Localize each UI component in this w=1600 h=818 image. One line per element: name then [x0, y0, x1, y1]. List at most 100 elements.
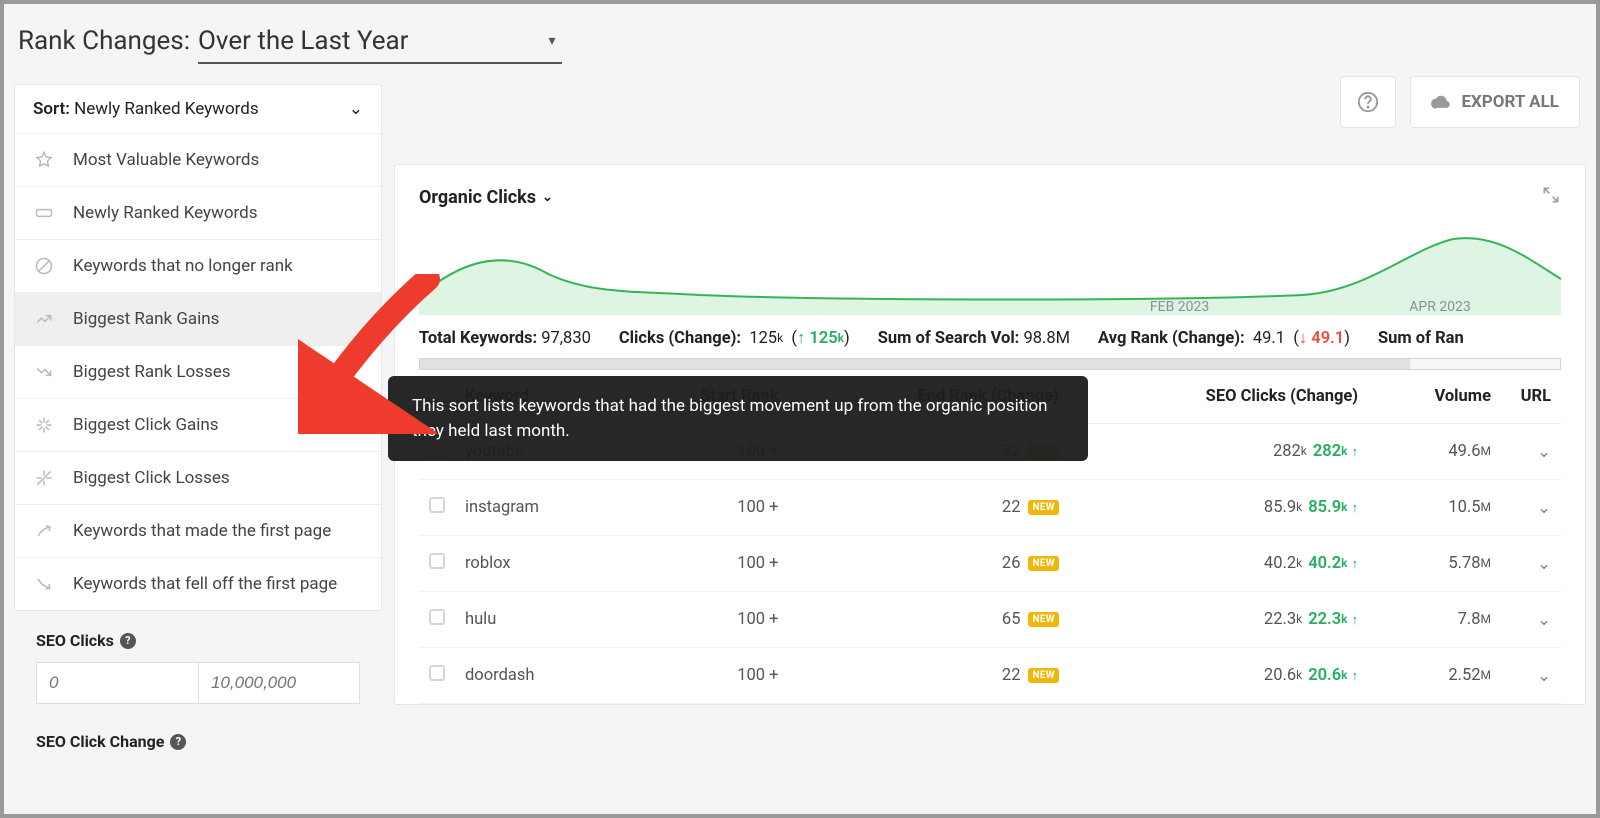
sort-option-label: Biggest Rank Losses — [73, 362, 231, 382]
seo-click-change-filter-label: SEO Click Change ? — [36, 732, 360, 751]
sort-selected: Newly Ranked Keywords — [74, 99, 259, 119]
clicks-change-label: Clicks (Change): — [619, 329, 741, 348]
spark-up-icon — [33, 414, 55, 436]
cell-end-rank: 22NEW — [789, 480, 1069, 536]
chevron-down-icon[interactable]: ⌄ — [1537, 499, 1551, 518]
export-label: EXPORT ALL — [1461, 92, 1559, 112]
export-all-button[interactable]: EXPORT ALL — [1410, 76, 1580, 128]
chevron-down-icon: ▾ — [548, 33, 555, 49]
sort-option-label: Biggest Click Gains — [73, 415, 219, 435]
sum-rank-label: Sum of Ran — [1378, 329, 1464, 348]
cell-seo-clicks: 22.3k22.3k ↑ — [1069, 592, 1368, 648]
seo-clicks-max[interactable] — [198, 662, 360, 704]
seo-clicks-min[interactable] — [36, 662, 198, 704]
table-row[interactable]: roblox100 +26NEW40.2k40.2k ↑5.78M ⌄ — [419, 536, 1561, 592]
sort-option-label: Keywords that made the first page — [73, 521, 331, 541]
cell-volume: 10.5M — [1368, 480, 1501, 536]
cell-end-rank: 65NEW — [789, 592, 1069, 648]
table-row[interactable]: hulu100 +65NEW22.3k22.3k ↑7.8M ⌄ — [419, 592, 1561, 648]
help-button[interactable] — [1340, 76, 1396, 128]
star-icon — [33, 149, 55, 171]
sort-option-biggest-click-losses[interactable]: Biggest Click Losses — [15, 451, 381, 504]
col-url[interactable]: URL — [1501, 370, 1561, 424]
cell-seo-clicks: 20.6k20.6k ↑ — [1069, 648, 1368, 704]
row-checkbox[interactable] — [429, 497, 445, 513]
sort-option-label: Newly Ranked Keywords — [73, 203, 258, 223]
new-badge: NEW — [1028, 556, 1058, 571]
cell-keyword: instagram — [455, 480, 618, 536]
row-checkbox[interactable] — [429, 609, 445, 625]
horizontal-scrollbar[interactable] — [419, 358, 1561, 370]
expand-icon[interactable] — [1541, 185, 1561, 209]
sort-option-fell-off-first-page[interactable]: Keywords that fell off the first page — [15, 557, 381, 610]
col-volume[interactable]: Volume — [1368, 370, 1501, 424]
chevron-down-icon[interactable]: ⌄ — [1537, 555, 1551, 574]
page-title-prefix: Rank Changes: — [18, 26, 190, 56]
arrow-down-right-icon — [33, 573, 55, 595]
chevron-down-icon[interactable]: ⌄ — [1537, 443, 1551, 462]
cell-keyword: doordash — [455, 648, 618, 704]
spark-down-icon — [33, 467, 55, 489]
sort-option-newly-ranked[interactable]: Newly Ranked Keywords — [15, 186, 381, 239]
help-icon[interactable]: ? — [120, 633, 136, 649]
sort-option-label: Biggest Click Losses — [73, 468, 230, 488]
clicks-change-indicator: ↑ 125k — [797, 329, 844, 348]
chevron-down-icon: ⌄ — [349, 99, 363, 119]
avg-rank-change-indicator: ↓ 49.1 — [1299, 329, 1344, 348]
sort-option-made-first-page[interactable]: Keywords that made the first page — [15, 504, 381, 557]
cell-start-rank: 100 + — [618, 536, 788, 592]
chevron-down-icon: ⌄ — [542, 190, 553, 205]
sort-option-label: Most Valuable Keywords — [73, 150, 259, 170]
annotation-arrow — [298, 274, 448, 438]
time-range-select[interactable]: Over the Last Year ▾ — [198, 26, 562, 64]
cell-end-rank: 26NEW — [789, 536, 1069, 592]
trend-down-icon — [33, 361, 55, 383]
metric-select[interactable]: Organic Clicks ⌄ — [419, 187, 553, 208]
cell-start-rank: 100 + — [618, 648, 788, 704]
cell-end-rank: 22NEW — [789, 648, 1069, 704]
sort-option-label: Keywords that fell off the first page — [73, 574, 337, 594]
cell-seo-clicks: 40.2k40.2k ↑ — [1069, 536, 1368, 592]
new-badge: NEW — [1028, 668, 1058, 683]
sort-option-label: Biggest Rank Gains — [73, 309, 219, 329]
sort-option-most-valuable[interactable]: Most Valuable Keywords — [15, 133, 381, 186]
chart-tick-apr: APR 2023 — [1409, 299, 1471, 315]
chevron-down-icon[interactable]: ⌄ — [1537, 667, 1551, 686]
cell-start-rank: 100 + — [618, 480, 788, 536]
seo-clicks-filter-label: SEO Clicks ? — [36, 631, 360, 650]
organic-clicks-chart: FEB 2023 APR 2023 — [419, 219, 1561, 315]
cell-volume: 7.8M — [1368, 592, 1501, 648]
table-row[interactable]: doordash100 +22NEW20.6k20.6k ↑2.52M ⌄ — [419, 648, 1561, 704]
cell-seo-clicks: 282k282k ↑ — [1069, 424, 1368, 480]
cell-volume: 49.6M — [1368, 424, 1501, 480]
metric-value: Organic Clicks — [419, 187, 536, 208]
ban-icon — [33, 255, 55, 277]
table-row[interactable]: instagram100 +22NEW85.9k85.9k ↑10.5M⌄ — [419, 480, 1561, 536]
help-icon[interactable]: ? — [170, 734, 186, 750]
trend-up-icon — [33, 308, 55, 330]
sort-option-label: Keywords that no longer rank — [73, 256, 293, 276]
new-badge: NEW — [1028, 612, 1058, 627]
chart-tick-feb: FEB 2023 — [1150, 299, 1209, 315]
cell-volume: 2.52M — [1368, 648, 1501, 704]
sum-vol-label: Sum of Search Vol: — [878, 329, 1020, 348]
avg-rank-value: 49.1 — [1253, 329, 1285, 348]
row-checkbox[interactable] — [429, 665, 445, 681]
sum-vol-value: 98.8M — [1023, 329, 1070, 348]
new-icon — [33, 202, 55, 224]
total-keywords-value: 97,830 — [541, 329, 591, 348]
cell-keyword: roblox — [455, 536, 618, 592]
sort-label: Sort: — [33, 99, 70, 119]
sort-dropdown[interactable]: Sort: Newly Ranked Keywords ⌄ — [15, 85, 381, 133]
chevron-down-icon[interactable]: ⌄ — [1537, 611, 1551, 630]
sort-tooltip: This sort lists keywords that had the bi… — [388, 376, 1088, 461]
col-seo-clicks[interactable]: SEO Clicks (Change) — [1069, 370, 1368, 424]
cell-keyword: hulu — [455, 592, 618, 648]
avg-rank-label: Avg Rank (Change): — [1098, 329, 1245, 348]
clicks-value: 125k — [749, 329, 783, 348]
cell-start-rank: 100 + — [618, 592, 788, 648]
new-badge: NEW — [1028, 500, 1058, 515]
time-range-value: Over the Last Year — [198, 26, 408, 56]
row-checkbox[interactable] — [429, 553, 445, 569]
cell-volume: 5.78M — [1368, 536, 1501, 592]
